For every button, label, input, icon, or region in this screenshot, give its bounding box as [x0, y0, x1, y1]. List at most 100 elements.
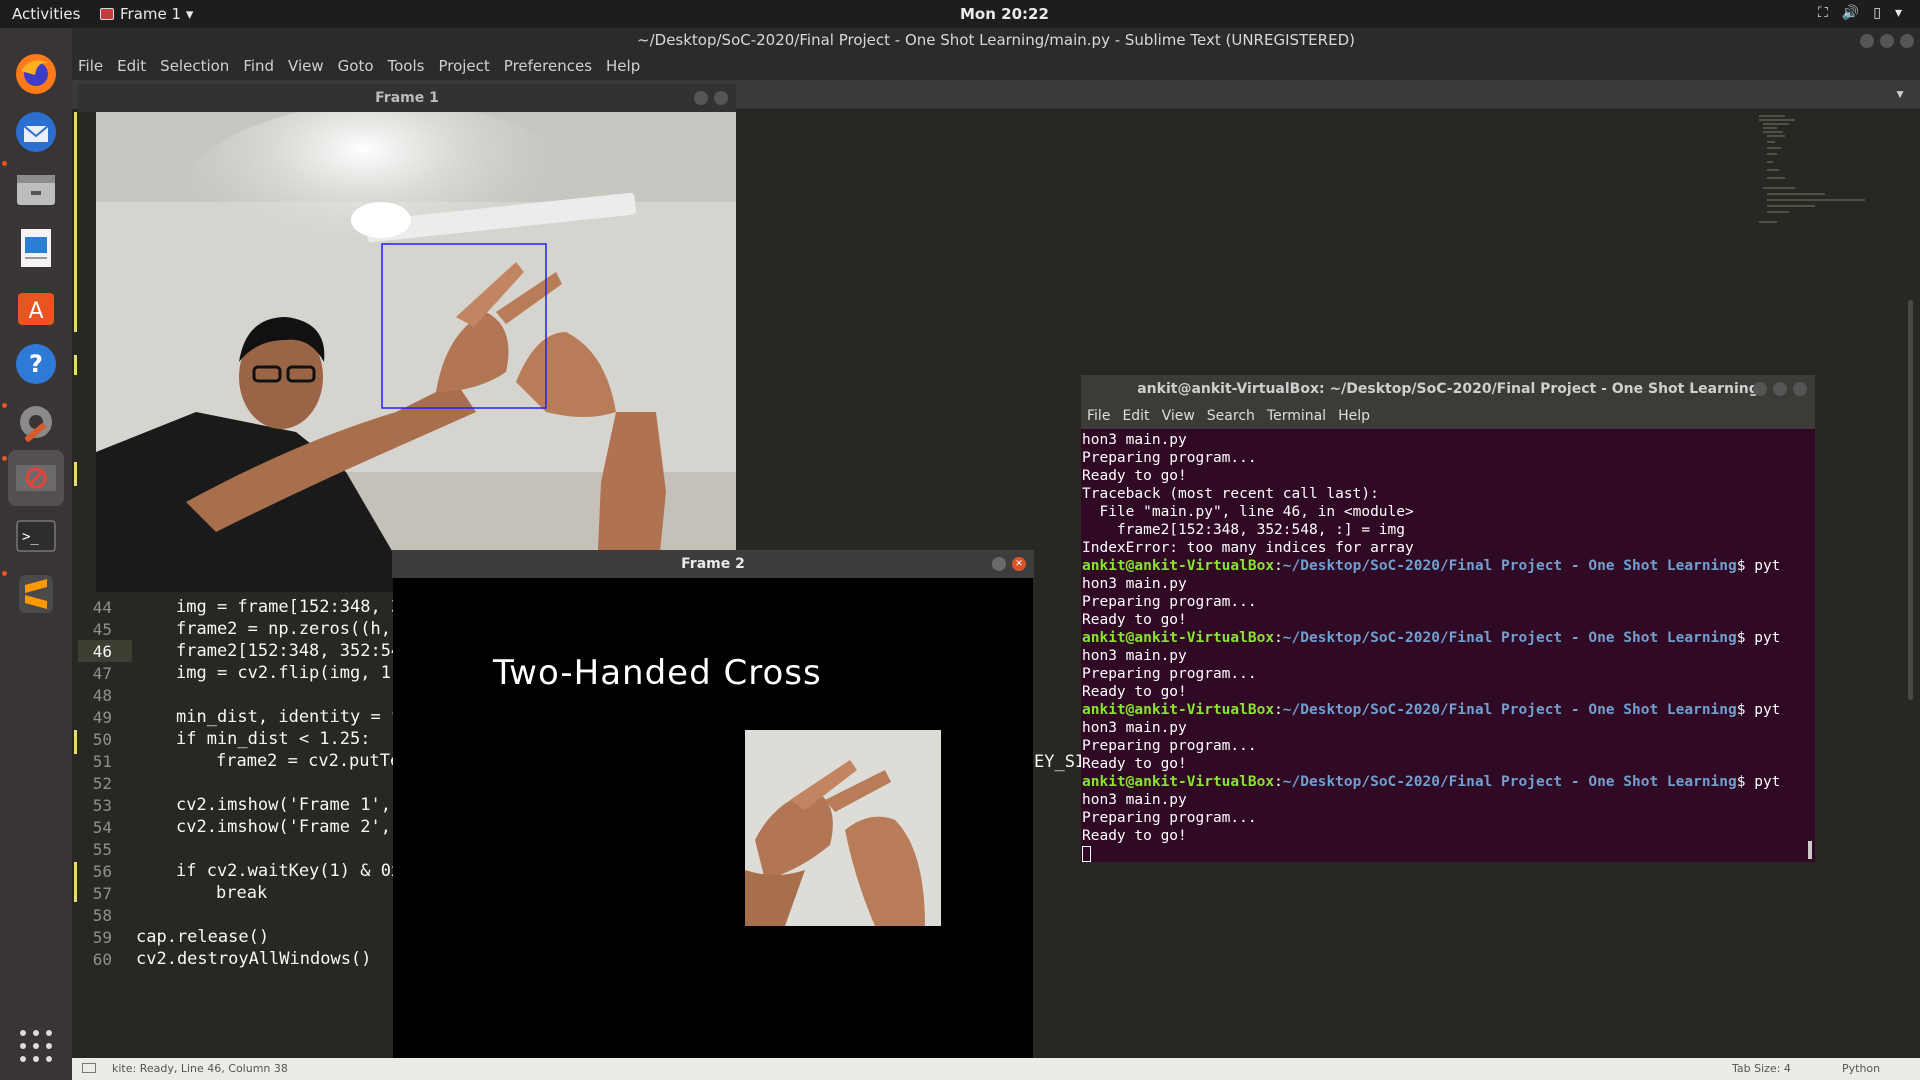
terminal-line: Traceback (most recent call last): [1082, 486, 1379, 502]
prompt-separator: : [1274, 774, 1283, 790]
prompt-user: ankit@ankit-VirtualBox [1082, 630, 1275, 646]
tab-list-icon[interactable]: ▼ [1894, 87, 1906, 101]
prompt-separator: : [1274, 702, 1283, 718]
prompt-separator: : [1274, 558, 1283, 574]
sublime-window-title: ~/Desktop/SoC-2020/Final Project - One S… [72, 28, 1920, 52]
frame1-title: Frame 1 [375, 90, 439, 106]
sublime-icon[interactable] [8, 566, 64, 622]
frame-app-icon[interactable] [8, 450, 64, 506]
terminal-menu-help[interactable]: Help [1338, 408, 1370, 424]
line-number: 55 [92, 840, 112, 859]
terminal-titlebar[interactable]: ankit@ankit-VirtualBox: ~/Desktop/SoC-20… [1081, 375, 1815, 403]
settings-icon[interactable] [8, 394, 64, 450]
close-icon[interactable] [1900, 34, 1914, 48]
frame1-window[interactable]: Frame 1 [78, 84, 736, 592]
thunderbird-icon[interactable] [8, 104, 64, 160]
line-number: 59 [92, 928, 112, 947]
maximize-icon[interactable] [1773, 382, 1787, 396]
software-icon[interactable]: A [8, 278, 64, 334]
tab-size-indicator[interactable]: Tab Size: 4 [1732, 1058, 1791, 1080]
close-icon[interactable] [714, 91, 728, 105]
app-menu-icon [100, 8, 114, 20]
writer-icon[interactable] [8, 220, 64, 276]
menu-project[interactable]: Project [438, 57, 489, 75]
prompt-path: ~/Desktop/SoC-2020/Final Project - One S… [1282, 702, 1737, 718]
terminal-menu-file[interactable]: File [1087, 408, 1110, 424]
frame1-titlebar[interactable]: Frame 1 [78, 84, 736, 112]
close-icon[interactable] [1793, 382, 1807, 396]
minimize-icon[interactable] [992, 557, 1006, 571]
line-number: 49 [92, 708, 112, 727]
terminal-output[interactable]: hon3 main.py Preparing program... Ready to… [1081, 429, 1815, 862]
menu-edit[interactable]: Edit [117, 57, 146, 75]
menu-selection[interactable]: Selection [160, 57, 229, 75]
terminal-line: Ready to go! [1082, 828, 1187, 844]
prompt-path: ~/Desktop/SoC-2020/Final Project - One S… [1282, 774, 1737, 790]
minimize-icon[interactable] [1860, 34, 1874, 48]
gesture-label: Two-Handed Cross [493, 653, 822, 693]
terminal-line: ankit@ankit-VirtualBox:~/Desktop/SoC-202… [1082, 629, 1815, 647]
menu-view[interactable]: View [288, 57, 324, 75]
code-line: frame2 = np.zeros((h, [176, 619, 391, 639]
terminal-menu-search[interactable]: Search [1207, 408, 1255, 424]
show-apps-icon[interactable] [8, 1018, 64, 1074]
sublime-menubar: File Edit Selection Find View Goto Tools… [72, 52, 1920, 80]
terminal-menu-edit[interactable]: Edit [1122, 408, 1149, 424]
line-number: 51 [92, 752, 112, 771]
dock: A ? >_ [0, 28, 72, 1080]
prompt-command: $ pyt [1736, 702, 1781, 718]
terminal-menu-view[interactable]: View [1162, 408, 1195, 424]
close-icon[interactable]: ✕ [1012, 557, 1026, 571]
line-number: 46 [92, 642, 112, 661]
frame2-window[interactable]: Frame 2 ✕ Two-Handed Cross [392, 550, 1034, 1058]
menu-preferences[interactable]: Preferences [504, 57, 592, 75]
minimize-icon[interactable] [1753, 382, 1767, 396]
clock[interactable]: Mon 20:22 [960, 5, 1049, 23]
menu-help[interactable]: Help [606, 57, 640, 75]
frame2-titlebar[interactable]: Frame 2 ✕ [392, 550, 1034, 578]
terminal-line: Preparing program... [1082, 594, 1257, 610]
code-line: cv2.imshow('Frame 1', [176, 795, 391, 815]
terminal-icon[interactable]: >_ [8, 508, 64, 564]
prompt-user: ankit@ankit-VirtualBox [1082, 774, 1275, 790]
prompt-path: ~/Desktop/SoC-2020/Final Project - One S… [1282, 630, 1737, 646]
menu-goto[interactable]: Goto [338, 57, 374, 75]
terminal-line: Ready to go! [1082, 468, 1187, 484]
terminal-menu-terminal[interactable]: Terminal [1267, 408, 1326, 424]
line-number: 48 [92, 686, 112, 705]
top-bar: Activities Frame 1 ▾ Mon 20:22 ⛶ 🔊 ▯ ▾ [0, 0, 1920, 28]
firefox-icon[interactable] [8, 46, 64, 102]
prompt-user: ankit@ankit-VirtualBox [1082, 558, 1275, 574]
help-icon[interactable]: ? [8, 336, 64, 392]
terminal-line: hon3 main.py [1082, 720, 1187, 736]
chevron-down-icon: ▾ [1894, 5, 1902, 21]
webcam-feed [96, 112, 736, 592]
maximize-icon[interactable] [1880, 34, 1894, 48]
menu-file[interactable]: File [78, 57, 103, 75]
running-indicator [2, 571, 7, 576]
minimap[interactable] [1755, 112, 1875, 232]
syntax-indicator[interactable]: Python [1842, 1058, 1880, 1080]
code-line: img = cv2.flip(img, 1) [176, 663, 402, 683]
activities-button[interactable]: Activities [12, 5, 80, 23]
terminal-window[interactable]: ankit@ankit-VirtualBox: ~/Desktop/SoC-20… [1081, 375, 1815, 862]
prediction-canvas: Two-Handed Cross [393, 578, 1033, 1058]
terminal-scrollbar[interactable] [1808, 841, 1812, 859]
menu-find[interactable]: Find [243, 57, 274, 75]
files-icon[interactable] [8, 162, 64, 218]
running-indicator [2, 456, 7, 461]
app-menu[interactable]: Frame 1 ▾ [100, 5, 193, 23]
prompt-command: $ pyt [1736, 630, 1781, 646]
line-number: 45 [92, 620, 112, 639]
running-indicator [2, 403, 7, 408]
editor-scrollbar[interactable] [1908, 300, 1913, 700]
minimize-icon[interactable] [694, 91, 708, 105]
terminal-cursor [1082, 846, 1091, 862]
menu-tools[interactable]: Tools [388, 57, 425, 75]
system-tray[interactable]: ⛶ 🔊 ▯ ▾ [1818, 5, 1902, 21]
terminal-line: Ready to go! [1082, 756, 1187, 772]
terminal-line: File "main.py", line 46, in <module> [1082, 504, 1414, 520]
sublime-window-controls[interactable] [1860, 34, 1914, 48]
panel-toggle-icon[interactable] [82, 1063, 96, 1073]
line-number: 50 [92, 730, 112, 749]
